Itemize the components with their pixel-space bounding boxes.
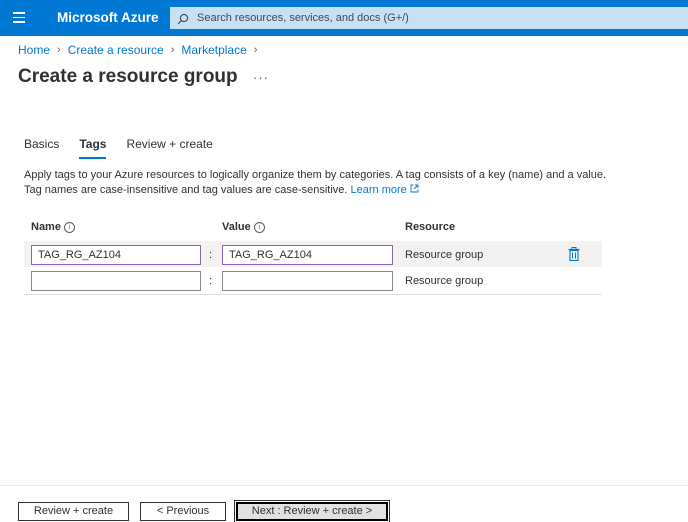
resource-type: Resource group [405, 275, 484, 287]
delete-icon[interactable] [568, 247, 580, 262]
breadcrumb-marketplace[interactable]: Marketplace [181, 43, 246, 57]
external-link-icon [410, 184, 419, 193]
column-header-name: Name i [31, 221, 75, 233]
tab-basics[interactable]: Basics [24, 137, 59, 159]
learn-more-link[interactable]: Learn more [351, 184, 419, 196]
search-icon [177, 12, 189, 25]
chevron-right-icon: › [170, 44, 175, 56]
breadcrumb: Home › Create a resource › Marketplace › [18, 43, 264, 57]
tag-name-input[interactable]: TAG_RG_AZ104 [31, 245, 201, 265]
tab-review-create[interactable]: Review + create [126, 137, 212, 159]
breadcrumb-home[interactable]: Home [18, 43, 50, 57]
next-button[interactable]: Next : Review + create > [234, 500, 390, 522]
tags-description: Apply tags to your Azure resources to lo… [24, 168, 624, 198]
info-icon[interactable]: i [63, 222, 75, 233]
colon-separator: : [209, 275, 213, 287]
tag-value-input[interactable]: TAG_RG_AZ104 [222, 245, 393, 265]
info-icon[interactable]: i [253, 222, 265, 233]
tab-bar: Basics Tags Review + create [24, 137, 233, 159]
breadcrumb-create-resource[interactable]: Create a resource [68, 43, 164, 57]
top-bar: Microsoft Azure Search resources, servic… [0, 0, 688, 36]
menu-icon[interactable] [13, 12, 25, 23]
page-title: Create a resource group [18, 66, 238, 87]
more-options-icon[interactable]: ··· [253, 70, 269, 85]
resource-type: Resource group [405, 249, 484, 261]
chevron-right-icon: › [57, 44, 61, 56]
tag-value-input[interactable] [222, 271, 393, 291]
tag-name-input[interactable] [31, 271, 201, 291]
colon-separator: : [209, 249, 213, 261]
search-placeholder: Search resources, services, and docs (G+… [197, 12, 409, 24]
column-header-resource: Resource [405, 221, 456, 233]
chevron-right-icon: › [253, 44, 258, 56]
review-create-button[interactable]: Review + create [18, 502, 129, 521]
column-header-value: Value i [222, 221, 265, 233]
previous-button[interactable]: < Previous [140, 502, 226, 521]
search-input[interactable]: Search resources, services, and docs (G+… [170, 7, 688, 29]
description-text: Apply tags to your Azure resources to lo… [24, 169, 607, 196]
tab-tags[interactable]: Tags [79, 137, 107, 159]
footer-divider [0, 485, 688, 486]
brand-title[interactable]: Microsoft Azure [57, 10, 159, 25]
